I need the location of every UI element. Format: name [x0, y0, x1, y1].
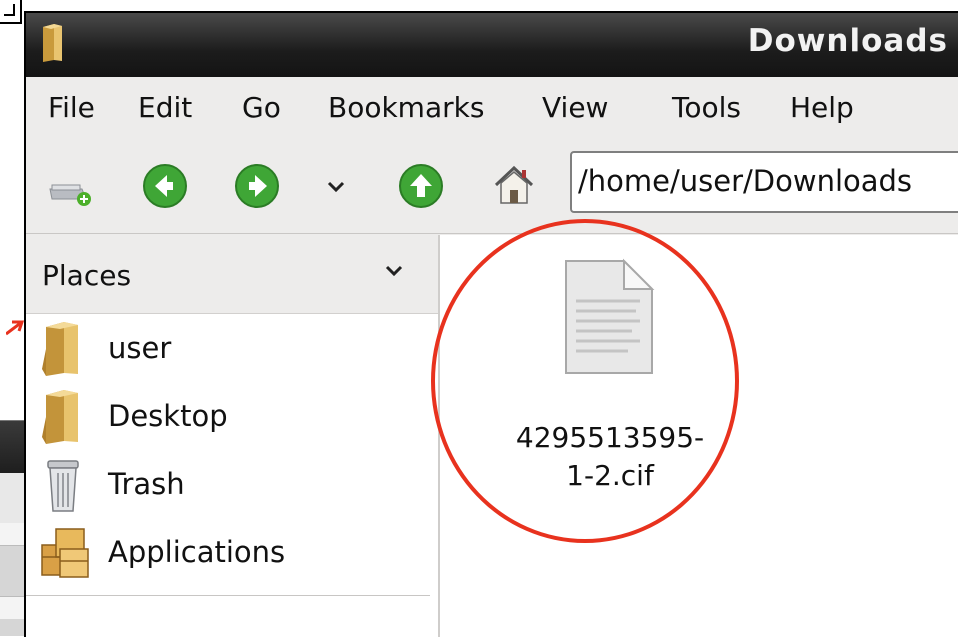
- up-icon[interactable]: [398, 163, 444, 213]
- menu-edit[interactable]: Edit: [138, 91, 192, 124]
- menu-bookmarks[interactable]: Bookmarks: [328, 91, 484, 124]
- location-bar[interactable]: /home/user/Downloads: [570, 151, 958, 213]
- sidebar-item-applications[interactable]: Applications: [26, 519, 430, 587]
- trash-icon: [38, 455, 90, 519]
- menu-file[interactable]: File: [48, 91, 95, 124]
- window-title: Downloads: [747, 23, 948, 59]
- sidebar-item-label: user: [108, 331, 172, 365]
- menu-help[interactable]: Help: [790, 91, 854, 124]
- new-tab-icon[interactable]: [46, 171, 94, 211]
- home-icon[interactable]: [492, 163, 536, 211]
- highlight-circle-annotation: [431, 219, 739, 543]
- sidebar-divider: [26, 595, 430, 596]
- menu-tools[interactable]: Tools: [672, 91, 741, 124]
- back-icon[interactable]: [142, 163, 188, 213]
- menu-view[interactable]: View: [542, 91, 608, 124]
- sidebar-item-trash[interactable]: Trash: [26, 451, 430, 519]
- menu-go[interactable]: Go: [242, 91, 281, 124]
- menu-bar: File Edit Go Bookmarks View Tools Help: [26, 77, 958, 142]
- sidebar-item-label: Desktop: [108, 399, 228, 433]
- chevron-down-icon[interactable]: [384, 263, 404, 282]
- sidebar-item-label: Applications: [108, 535, 286, 569]
- sidebar-item-desktop[interactable]: Desktop: [26, 383, 430, 451]
- history-dropdown-icon[interactable]: [326, 179, 346, 198]
- sidebar-item-label: Trash: [108, 467, 185, 501]
- places-sidebar: Places user Desktop Trash Applications: [26, 235, 440, 637]
- folder-icon: [38, 387, 90, 451]
- sidebar-item-user[interactable]: user: [26, 315, 430, 383]
- arrow-annotation-icon: [5, 318, 26, 340]
- folder-icon: [38, 319, 90, 383]
- title-bar[interactable]: Downloads: [26, 13, 958, 77]
- forward-icon[interactable]: [234, 163, 280, 213]
- background-window-corner: [0, 0, 22, 24]
- applications-icon: [38, 523, 94, 587]
- places-label: Places: [42, 259, 132, 292]
- folder-icon: [40, 23, 66, 67]
- places-header[interactable]: Places: [26, 235, 438, 314]
